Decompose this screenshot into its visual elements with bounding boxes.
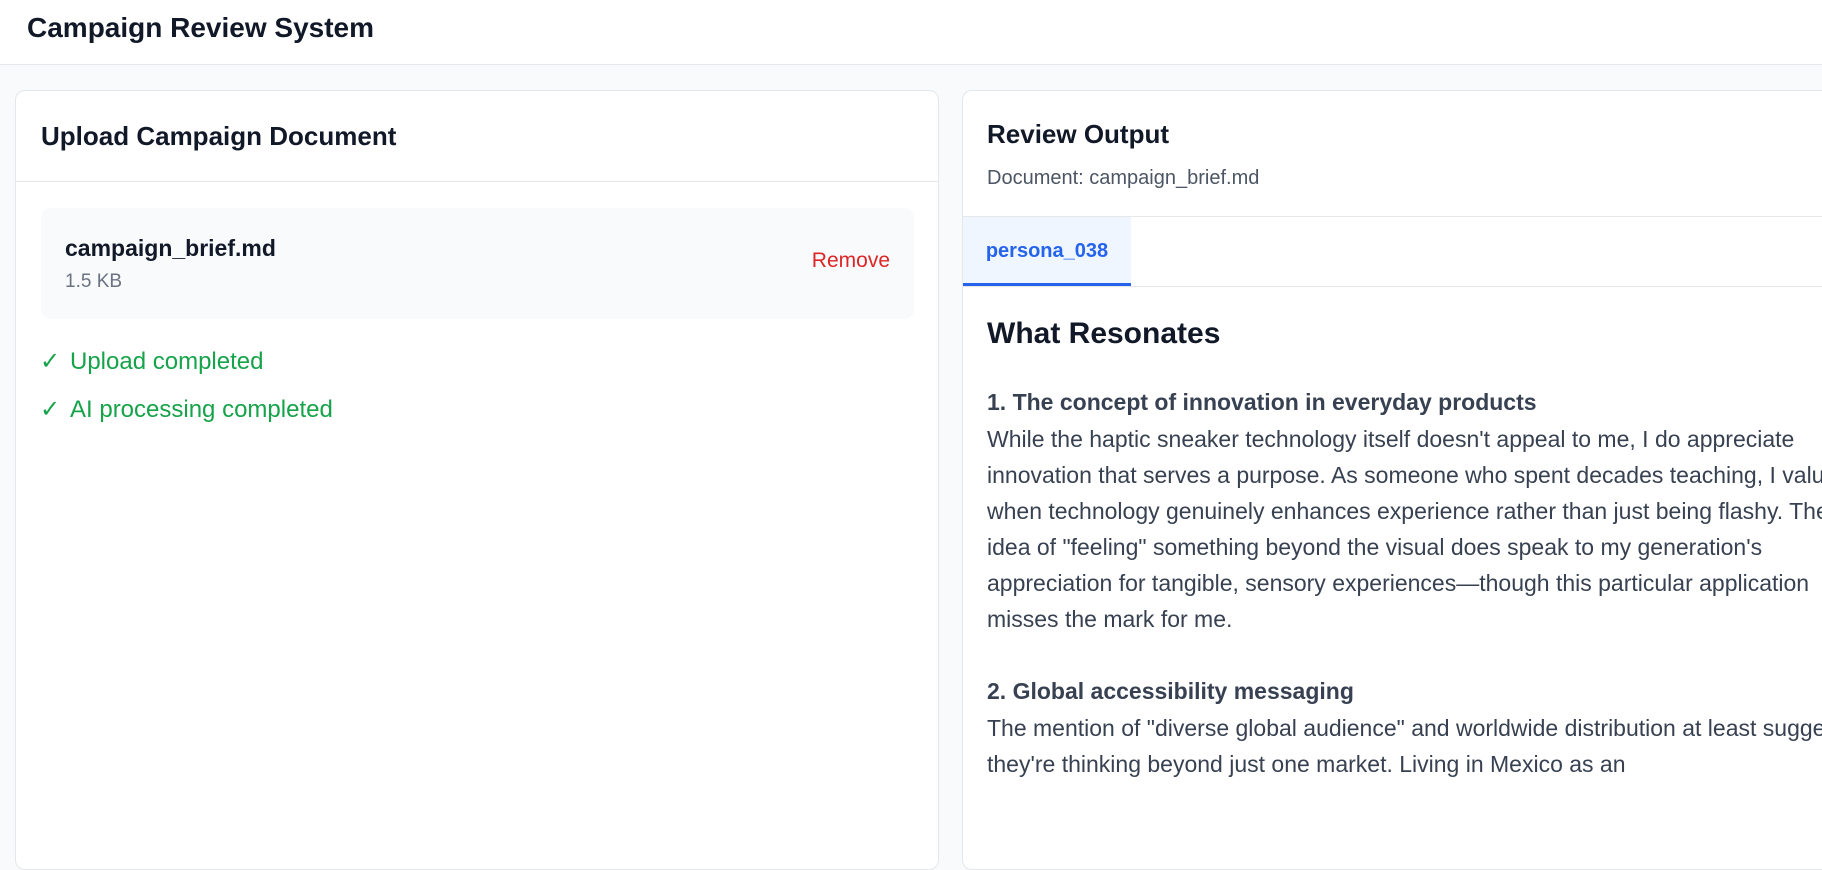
upload-panel: Upload Campaign Document campaign_brief.… <box>15 90 939 870</box>
top-bar: Campaign Review System <box>0 0 1822 65</box>
document-name-line: Document: campaign_brief.md <box>987 167 1260 189</box>
status-text: AI processing completed <box>70 396 333 423</box>
uploaded-file-card: campaign_brief.md 1.5 KB Remove <box>41 208 914 319</box>
point-body: The mention of "diverse global audience"… <box>987 715 1822 777</box>
status-upload-completed: ✓ Upload completed <box>40 347 263 376</box>
upload-panel-header: Upload Campaign Document <box>16 91 938 182</box>
check-icon: ✓ <box>40 348 61 375</box>
point-title: 2. Global accessibility messaging <box>987 678 1354 704</box>
section-heading: What Resonates <box>987 317 1221 350</box>
persona-tabs: persona_038 <box>963 217 1822 287</box>
point-title: 1. The concept of innovation in everyday… <box>987 389 1537 415</box>
review-panel: Review Output Document: campaign_brief.m… <box>962 90 1822 870</box>
status-text: Upload completed <box>70 348 264 375</box>
file-name: campaign_brief.md <box>65 235 276 261</box>
remove-file-button[interactable]: Remove <box>812 249 890 273</box>
tab-persona-038[interactable]: persona_038 <box>963 217 1131 286</box>
file-size: 1.5 KB <box>65 271 123 292</box>
point-body: While the haptic sneaker technology itse… <box>987 426 1822 632</box>
app-title: Campaign Review System <box>27 12 375 43</box>
review-panel-header: Review Output Document: campaign_brief.m… <box>963 91 1822 217</box>
check-icon: ✓ <box>40 396 61 423</box>
upload-panel-title: Upload Campaign Document <box>41 121 397 151</box>
review-panel-title: Review Output <box>987 119 1170 149</box>
status-ai-processing-completed: ✓ AI processing completed <box>40 395 333 424</box>
